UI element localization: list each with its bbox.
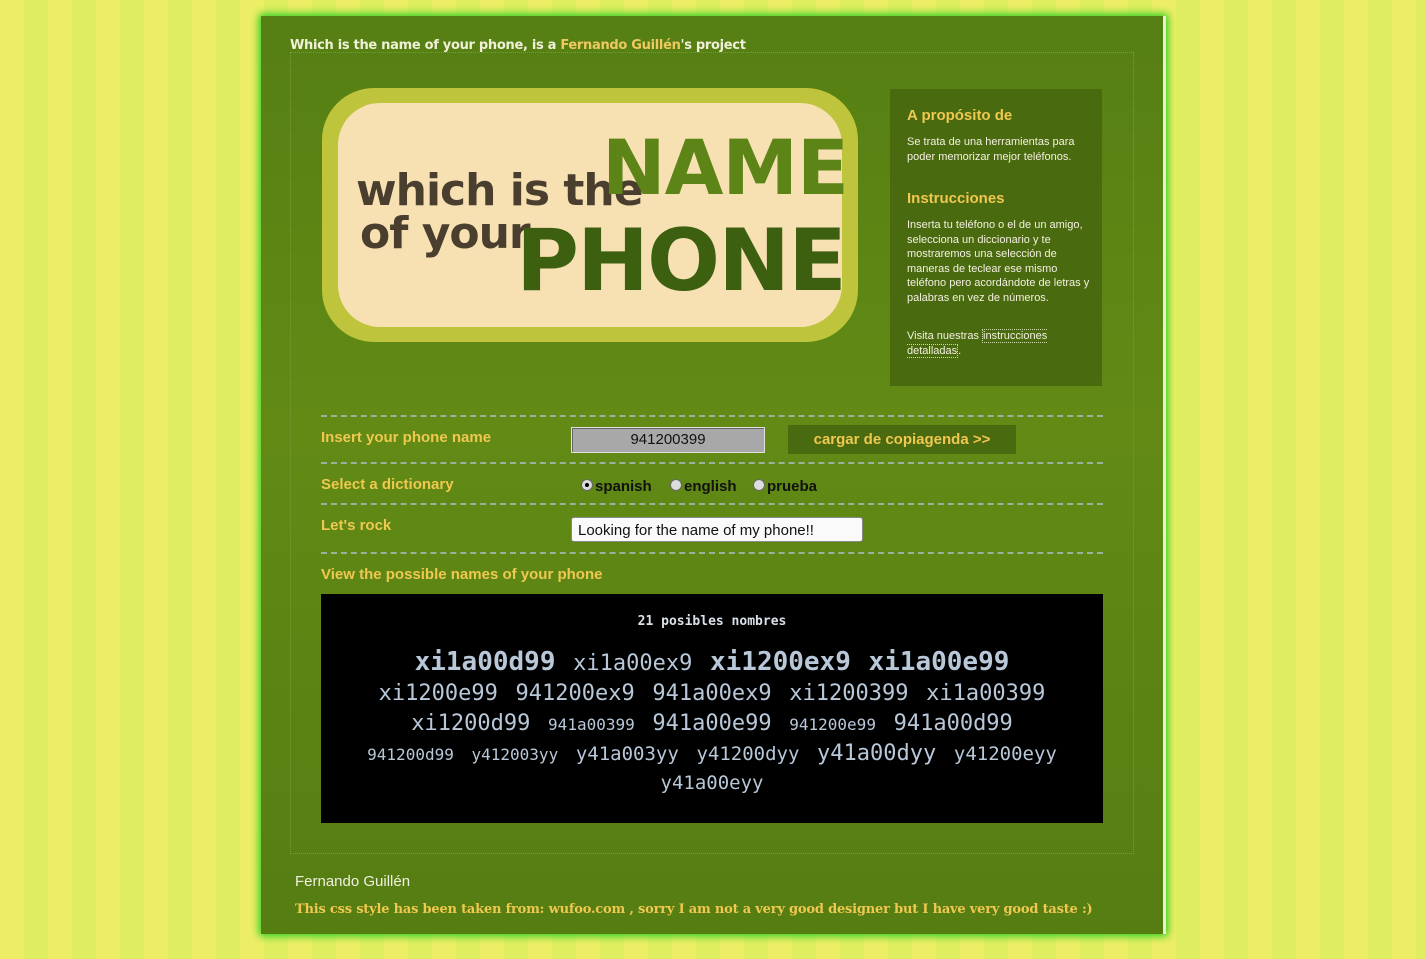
load-copiagenda-button[interactable]: cargar de copiagenda >>: [788, 425, 1016, 454]
results-label: View the possible names of your phone: [321, 566, 603, 583]
site-logo: which is the of your NAME PHONE: [322, 88, 858, 342]
phone-name-item: y41a003yy: [575, 743, 679, 765]
main-container: Which is the name of your phone, is a Fe…: [261, 16, 1166, 934]
divider: [321, 503, 1103, 505]
divider: [321, 415, 1103, 417]
logo-name-word: NAME: [602, 123, 849, 212]
phone-name-item: y412003yy: [471, 745, 559, 764]
phone-name-item: 941200d99: [367, 745, 454, 764]
results-count: 21 posibles nombres: [637, 614, 787, 629]
phone-name-item: y41200eyy: [953, 743, 1057, 765]
phone-name-item: y41a00dyy: [817, 741, 937, 766]
radio-spanish[interactable]: spanish: [581, 478, 652, 495]
phone-name-item: 941a00ex9: [652, 681, 772, 706]
instructions-text: Inserta tu teléfono o el de un amigo, se…: [907, 219, 1090, 304]
names-cloud: xi1a00d99 xi1a00ex9 xi1200ex9 xi1a00e99 …: [357, 648, 1067, 798]
logo-line-2: of your: [360, 208, 531, 259]
author-link[interactable]: Fernando Guillén: [560, 38, 681, 53]
about-title: A propósito de: [907, 107, 1013, 124]
footer-author: Fernando Guillén: [295, 873, 411, 890]
project-credit: Which is the name of your phone, is a Fe…: [290, 38, 746, 53]
phone-name-item: xi1200e99: [378, 681, 498, 706]
phone-name-item: xi1a00ex9: [573, 651, 693, 676]
info-sidebar: A propósito de Se trata de una herramien…: [890, 89, 1102, 386]
radio-prueba[interactable]: prueba: [753, 478, 817, 495]
phone-name-item: xi1200ex9: [709, 647, 851, 677]
footer-note: This css style has been taken from: wufo…: [295, 902, 1093, 917]
phone-name-item: xi1200d99: [411, 711, 531, 736]
phone-name-item: y41a00eyy: [660, 772, 764, 794]
about-text: Se trata de una herramientas para poder …: [907, 136, 1075, 163]
search-names-button[interactable]: Looking for the name of my phone!!: [571, 517, 863, 542]
credit-prefix: Which is the name of your phone, is a: [290, 38, 561, 53]
phone-name-item: 941200ex9: [515, 681, 635, 706]
results-panel: 21 posibles nombres xi1a00d99 xi1a00ex9 …: [321, 594, 1103, 823]
rock-label: Let's rock: [321, 517, 392, 534]
radio-dot[interactable]: [670, 478, 682, 491]
radio-dot[interactable]: [753, 478, 765, 491]
phone-name-item: 941a00399: [548, 715, 635, 734]
radio-english[interactable]: english: [670, 478, 737, 495]
phone-name-item: xi1a00d99: [414, 647, 556, 677]
phone-name-item: xi1200399: [789, 681, 909, 706]
dictionary-label: Select a dictionary: [321, 476, 454, 493]
logo-phone-word: PHONE: [516, 211, 847, 311]
visit-instructions: Visita nuestras instrucciones detalladas…: [907, 329, 1048, 358]
divider: [321, 462, 1103, 464]
instructions-title: Instrucciones: [907, 190, 1005, 207]
phone-name-item: 941a00e99: [652, 711, 772, 736]
phone-label: Insert your phone name: [321, 429, 492, 446]
phone-name-item: 941200e99: [789, 715, 876, 734]
credit-suffix: 's project: [680, 38, 746, 53]
phone-name-item: xi1a00399: [926, 681, 1046, 706]
phone-input[interactable]: 941200399: [571, 427, 765, 453]
phone-name-item: 941a00d99: [893, 711, 1013, 736]
phone-name-item: xi1a00e99: [868, 647, 1010, 677]
divider: [321, 552, 1103, 554]
radio-dot[interactable]: [581, 478, 593, 491]
phone-name-item: y41200dyy: [696, 743, 800, 765]
